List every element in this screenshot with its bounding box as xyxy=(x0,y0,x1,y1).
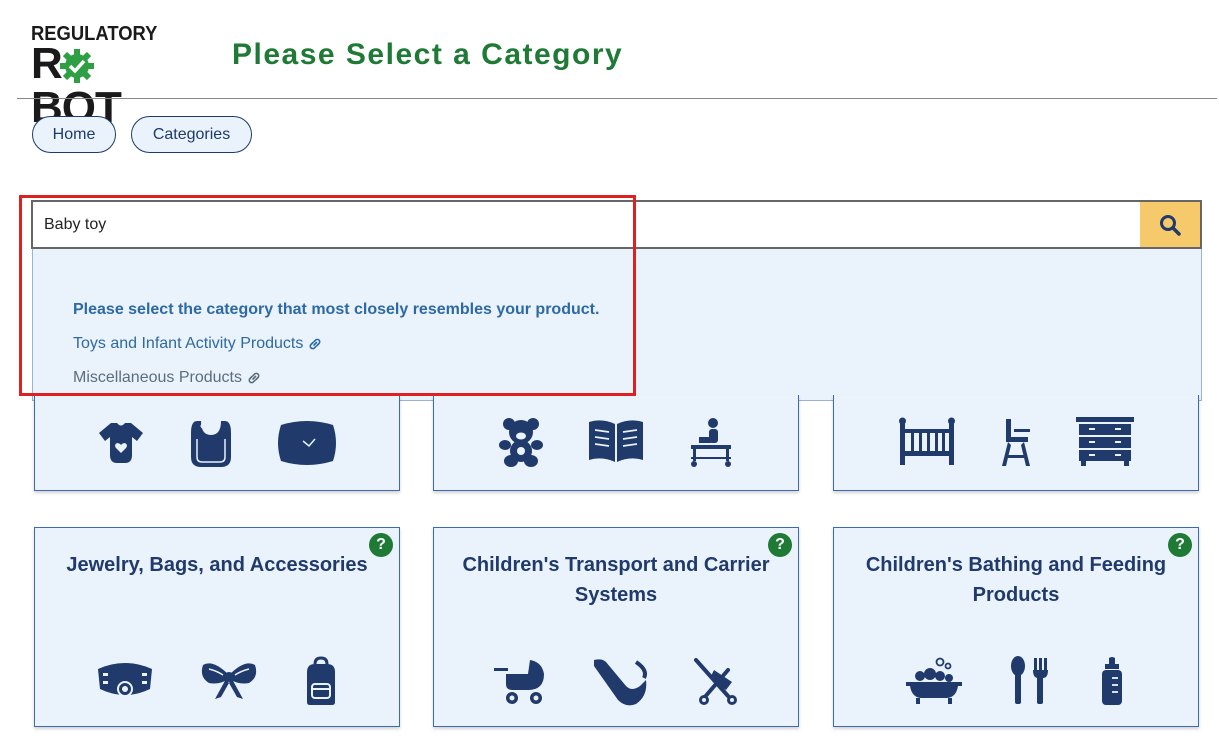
bib-icon xyxy=(191,421,231,467)
high-chair-icon xyxy=(1002,419,1030,466)
categories-button[interactable]: Categories xyxy=(131,116,252,153)
bow-icon xyxy=(201,663,257,699)
search-button[interactable] xyxy=(1140,202,1200,247)
results-prompt: Please select the category that most clo… xyxy=(73,301,600,318)
search-results-dropdown: Please select the category that most clo… xyxy=(32,249,1202,401)
car-seat-icon xyxy=(594,659,647,706)
card-title: Children's Transport and Carrier Systems xyxy=(462,554,770,606)
search-bar xyxy=(31,200,1202,249)
page-title: Please Select a Category xyxy=(232,38,624,71)
card-icons xyxy=(434,656,798,706)
blanket-icon xyxy=(278,421,336,465)
card-icons xyxy=(35,656,399,706)
card-icons xyxy=(35,417,399,469)
home-button[interactable]: Home xyxy=(32,116,116,153)
teddy-bear-icon xyxy=(499,418,543,467)
result-miscellaneous[interactable]: Miscellaneous Products xyxy=(73,369,262,387)
search-input[interactable] xyxy=(33,202,1140,247)
link-icon xyxy=(248,372,260,384)
result-toys-infant-activity[interactable]: Toys and Infant Activity Products xyxy=(73,335,323,353)
child-desk-icon xyxy=(691,418,731,467)
category-card-transport[interactable]: ? Children's Transport and Carrier Syste… xyxy=(433,527,799,727)
umbrella-stroller-icon xyxy=(694,658,737,705)
card-title: Jewelry, Bags, and Accessories xyxy=(66,554,368,576)
onesie-icon xyxy=(99,423,143,463)
category-card-toys[interactable] xyxy=(433,395,799,491)
stroller-icon xyxy=(494,660,544,704)
header-divider xyxy=(17,98,1217,99)
bathtub-icon xyxy=(906,657,962,704)
dresser-icon xyxy=(1076,417,1134,466)
card-icons xyxy=(434,417,798,467)
category-card-bathing-feeding[interactable]: ? Children's Bathing and Feeding Product… xyxy=(833,527,1199,727)
result-label: Toys and Infant Activity Products xyxy=(73,335,304,352)
necklace-icon xyxy=(98,663,152,697)
category-card-clothing[interactable] xyxy=(34,395,400,491)
result-label: Miscellaneous Products xyxy=(73,369,242,386)
page: REGULATORY RBOT Please Select a Category… xyxy=(0,0,1219,748)
spoon-fork-icon xyxy=(1011,656,1048,704)
gear-check-icon xyxy=(60,49,94,83)
regulatory-robot-logo[interactable]: REGULATORY RBOT xyxy=(31,24,171,130)
baby-bottle-icon xyxy=(1102,657,1122,705)
card-title: Children's Bathing and Feeding Products xyxy=(865,554,1167,606)
book-icon xyxy=(589,420,643,462)
card-icons xyxy=(834,417,1198,467)
card-icons xyxy=(834,656,1198,706)
category-card-jewelry[interactable]: ? Jewelry, Bags, and Accessories xyxy=(34,527,400,727)
category-card-furniture[interactable] xyxy=(833,395,1199,491)
link-icon xyxy=(309,338,321,350)
backpack-icon xyxy=(307,656,335,705)
search-icon xyxy=(1160,214,1181,236)
crib-icon xyxy=(899,417,955,465)
